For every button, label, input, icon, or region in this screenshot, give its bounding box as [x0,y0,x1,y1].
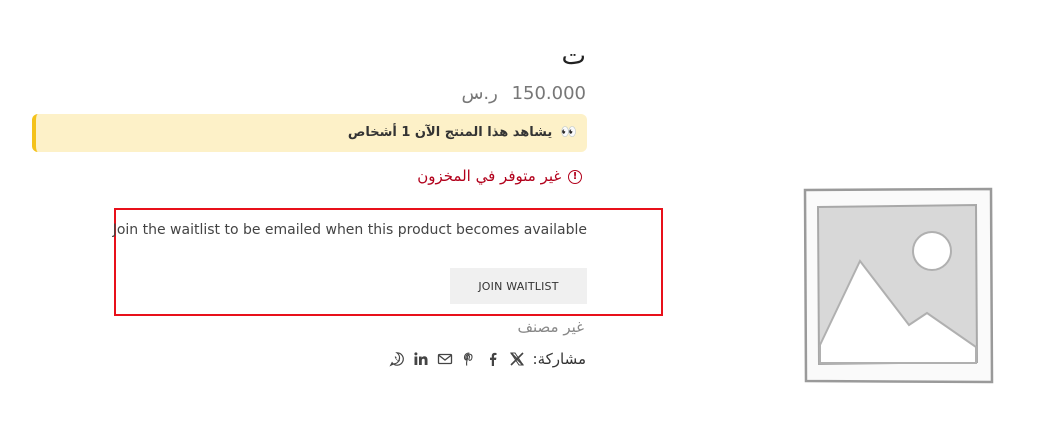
alert-circle-icon: ! [568,169,582,184]
waitlist-message: Join the waitlist to be emailed when thi… [112,222,587,238]
whatsapp-icon[interactable] [388,351,405,367]
waitlist-box: Join the waitlist to be emailed when thi… [112,208,663,316]
product-title: ت [561,41,586,71]
product-category[interactable]: غير مصنف [517,316,584,338]
price-currency: ر.س [461,83,498,104]
email-icon[interactable] [437,351,453,367]
share-label: مشاركة: [532,350,586,368]
product-price: 150.000 ر.س [461,82,586,106]
stock-status-text: غير متوفر في المخزون [417,167,562,185]
eyes-icon: 👀 [560,125,577,140]
x-twitter-icon[interactable] [509,351,525,367]
join-waitlist-button[interactable]: JOIN WAITLIST [450,268,587,304]
product-image-placeholder [803,187,994,384]
pinterest-icon[interactable] [461,351,477,367]
viewers-text: يشاهد هذا المنتج الآن 1 أشخاص [347,125,553,140]
price-amount: 150.000 [511,83,586,104]
stock-status: ! غير متوفر في المخزون [417,165,582,187]
facebook-icon[interactable] [485,351,501,367]
linkedin-icon[interactable] [413,351,429,367]
share-bar: مشاركة: [388,348,586,370]
viewers-notice: 👀 يشاهد هذا المنتج الآن 1 أشخاص [32,114,587,152]
